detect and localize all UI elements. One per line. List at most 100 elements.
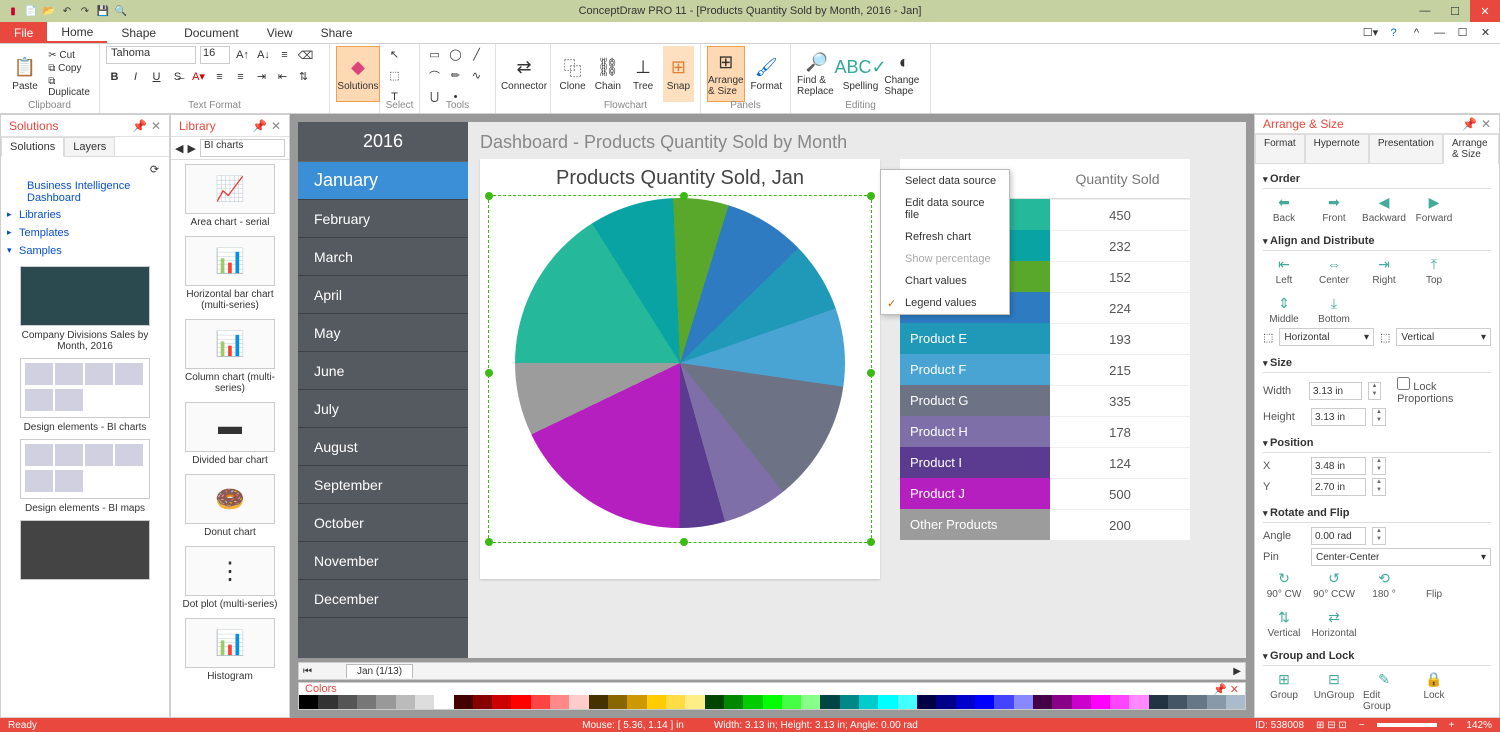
- rotate-ccw[interactable]: ↺90° CCW: [1313, 569, 1355, 600]
- chain-button[interactable]: ⛓Chain: [592, 46, 623, 102]
- color-swatch[interactable]: [859, 695, 878, 709]
- shrink-font-icon[interactable]: A↓: [255, 47, 272, 64]
- snap-button[interactable]: ⊞Snap: [663, 46, 694, 102]
- close-panel-icon[interactable]: ✕: [151, 119, 161, 133]
- color-swatch[interactable]: [531, 695, 550, 709]
- color-swatch[interactable]: [956, 695, 975, 709]
- save-icon[interactable]: 💾: [96, 4, 110, 18]
- color-swatch[interactable]: [1207, 695, 1226, 709]
- color-swatch[interactable]: [627, 695, 646, 709]
- size-header[interactable]: Size: [1263, 354, 1491, 373]
- underline-icon[interactable]: U: [148, 68, 165, 85]
- lib-item-1[interactable]: 📊Horizontal bar chart (multi-series): [175, 236, 285, 311]
- pencil-tool-icon[interactable]: ✏: [447, 67, 464, 84]
- order-front[interactable]: ➡Front: [1313, 193, 1355, 224]
- dist-vert-select[interactable]: Vertical▾: [1396, 328, 1491, 346]
- arr-tab-format[interactable]: Format: [1255, 134, 1305, 163]
- color-swatch[interactable]: [569, 695, 588, 709]
- help-icon[interactable]: ?: [1385, 24, 1402, 41]
- month-december[interactable]: December: [298, 580, 468, 618]
- clear-format-icon[interactable]: ⌫: [297, 47, 314, 64]
- position-header[interactable]: Position: [1263, 434, 1491, 453]
- rotate-cw[interactable]: ↻90° CW: [1263, 569, 1305, 600]
- align-middle[interactable]: ⇕Middle: [1263, 294, 1305, 325]
- clone-button[interactable]: ⿻Clone: [557, 46, 588, 102]
- color-swatch[interactable]: [917, 695, 936, 709]
- copy-button[interactable]: ⧉ Copy: [48, 63, 93, 74]
- month-september[interactable]: September: [298, 466, 468, 504]
- arc-tool-icon[interactable]: ⌒: [426, 67, 443, 84]
- solutions-tab[interactable]: Solutions: [1, 137, 64, 157]
- doc-max-icon[interactable]: ☐: [1454, 24, 1471, 41]
- line-spacing-icon[interactable]: ⇅: [295, 68, 312, 85]
- pin-icon[interactable]: 📌: [1462, 117, 1477, 131]
- align-header[interactable]: Align and Distribute: [1263, 232, 1491, 251]
- zoom-in-icon[interactable]: +: [1449, 720, 1455, 731]
- lib-item-6[interactable]: 📊Histogram: [175, 618, 285, 682]
- month-october[interactable]: October: [298, 504, 468, 542]
- color-swatch[interactable]: [936, 695, 955, 709]
- lib-item-2[interactable]: 📊Column chart (multi-series): [175, 319, 285, 394]
- sample-thumb-1[interactable]: Design elements - BI charts: [15, 358, 155, 433]
- sample-thumb-0[interactable]: Company Divisions Sales by Month, 2016: [15, 266, 155, 352]
- group-btn[interactable]: ⊞Group: [1263, 670, 1305, 712]
- doc-min-icon[interactable]: —: [1431, 24, 1448, 41]
- color-swatch[interactable]: [1052, 695, 1071, 709]
- color-swatch[interactable]: [473, 695, 492, 709]
- angle-spin[interactable]: ▲▼: [1372, 527, 1386, 545]
- sample-thumb-2[interactable]: Design elements - BI maps: [15, 439, 155, 514]
- font-size-select[interactable]: 16: [200, 46, 230, 64]
- file-tab[interactable]: File: [0, 22, 47, 43]
- month-january[interactable]: January: [298, 162, 468, 200]
- tab-shape[interactable]: Shape: [107, 22, 170, 43]
- color-swatch[interactable]: [1226, 695, 1245, 709]
- preview-icon[interactable]: 🔍: [114, 4, 128, 18]
- pin-select[interactable]: Center-Center▾: [1311, 548, 1491, 566]
- color-swatch[interactable]: [415, 695, 434, 709]
- line-tool-icon[interactable]: ╱: [468, 46, 485, 63]
- color-swatch[interactable]: [589, 695, 608, 709]
- color-swatch[interactable]: [666, 695, 685, 709]
- align-left[interactable]: ⇤Left: [1263, 255, 1305, 286]
- month-april[interactable]: April: [298, 276, 468, 314]
- arr-tab-presentation[interactable]: Presentation: [1369, 134, 1443, 163]
- width-spin[interactable]: ▲▼: [1368, 382, 1381, 400]
- ctx-edit-data[interactable]: Edit data source file: [881, 192, 1009, 226]
- spelling-button[interactable]: ABC✓Spelling: [841, 46, 881, 102]
- color-swatch[interactable]: [492, 695, 511, 709]
- italic-icon[interactable]: I: [127, 68, 144, 85]
- angle-input[interactable]: 0.00 rad: [1311, 527, 1366, 545]
- dist-vert-icon[interactable]: ⬚: [1380, 331, 1390, 344]
- zoom-out-icon[interactable]: −: [1359, 720, 1365, 731]
- color-swatch[interactable]: [318, 695, 337, 709]
- arr-tab-hypernote[interactable]: Hypernote: [1305, 134, 1369, 163]
- color-swatch[interactable]: [1091, 695, 1110, 709]
- lib-item-3[interactable]: ▬Divided bar chart: [175, 402, 285, 466]
- lock-proportions-checkbox[interactable]: [1397, 377, 1410, 390]
- color-swatch[interactable]: [511, 695, 530, 709]
- text-color-icon[interactable]: A▾: [190, 68, 207, 85]
- templates-node[interactable]: Templates: [7, 224, 163, 242]
- color-swatch[interactable]: [299, 695, 318, 709]
- x-spin[interactable]: ▲▼: [1372, 457, 1386, 475]
- maximize-button[interactable]: ☐: [1440, 0, 1470, 22]
- month-november[interactable]: November: [298, 542, 468, 580]
- window-icon[interactable]: ☐▾: [1362, 24, 1379, 41]
- redo-icon[interactable]: ↷: [78, 4, 92, 18]
- color-swatch[interactable]: [396, 695, 415, 709]
- color-swatch[interactable]: [705, 695, 724, 709]
- lock-btn[interactable]: 🔒Lock: [1413, 670, 1455, 712]
- x-input[interactable]: 3.48 in: [1311, 457, 1366, 475]
- select-area-icon[interactable]: ⬚: [386, 67, 403, 84]
- font-select[interactable]: Tahoma: [106, 46, 196, 64]
- duplicate-button[interactable]: ⧉ Duplicate: [48, 76, 93, 98]
- color-swatch[interactable]: [608, 695, 627, 709]
- color-swatch[interactable]: [1033, 695, 1052, 709]
- color-swatch[interactable]: [1014, 695, 1033, 709]
- indent-icon[interactable]: ⇥: [253, 68, 270, 85]
- color-swatch[interactable]: [820, 695, 839, 709]
- pin-icon[interactable]: 📌: [252, 119, 267, 133]
- sheet-next-icon[interactable]: ▶: [1229, 666, 1245, 677]
- color-swatch[interactable]: [975, 695, 994, 709]
- color-swatch[interactable]: [898, 695, 917, 709]
